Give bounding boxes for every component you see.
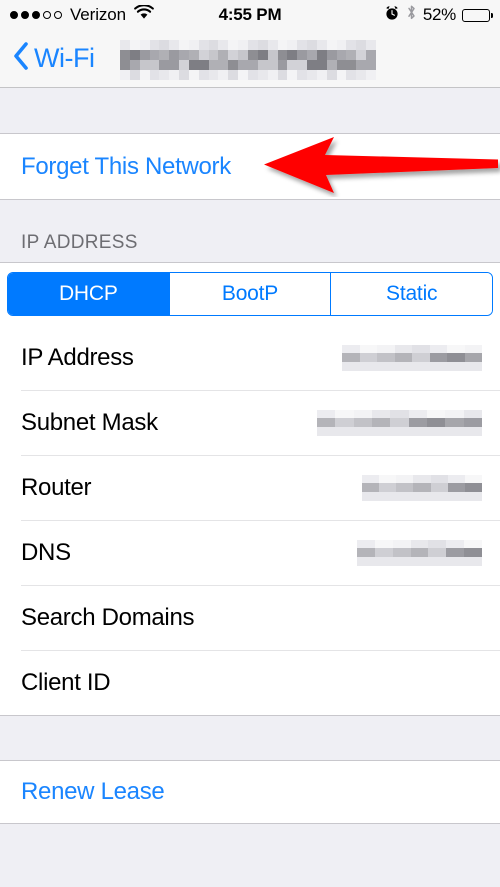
row-subnet-mask[interactable]: Subnet Mask bbox=[0, 390, 500, 455]
row-search-domains[interactable]: Search Domains bbox=[0, 585, 500, 650]
segment-static-label: Static bbox=[386, 282, 438, 305]
row-label-ip-address: IP Address bbox=[21, 343, 134, 371]
renew-lease-group: Renew Lease bbox=[0, 760, 500, 824]
row-label-dns: DNS bbox=[21, 538, 71, 566]
row-router[interactable]: Router bbox=[0, 455, 500, 520]
ip-address-header-label: IP ADDRESS bbox=[21, 232, 138, 253]
row-value-subnet-mask-redacted bbox=[317, 409, 482, 436]
segment-dhcp[interactable]: DHCP bbox=[8, 273, 169, 315]
spacer-above-renew bbox=[0, 716, 500, 760]
back-button-wifi[interactable]: Wi-Fi bbox=[12, 41, 95, 76]
alarm-clock-icon bbox=[384, 5, 400, 26]
status-bar-left: Verizon bbox=[10, 4, 154, 25]
forget-this-network-row[interactable]: Forget This Network bbox=[0, 134, 500, 199]
row-value-router-redacted bbox=[362, 474, 482, 501]
segment-static[interactable]: Static bbox=[330, 273, 492, 315]
carrier-label: Verizon bbox=[70, 5, 127, 24]
signal-dot-2 bbox=[21, 11, 29, 19]
status-bar: Verizon 4:55 PM 52% bbox=[0, 0, 500, 30]
signal-dot-4 bbox=[43, 11, 51, 19]
back-button-label: Wi-Fi bbox=[34, 43, 95, 73]
ios-wifi-network-detail-screen: Verizon 4:55 PM 52% Wi-Fi Forget This Ne… bbox=[0, 0, 500, 887]
row-value-dns-redacted bbox=[357, 539, 482, 566]
signal-dot-3 bbox=[32, 11, 40, 19]
row-label-subnet-mask: Subnet Mask bbox=[21, 408, 158, 436]
forget-this-network-label: Forget This Network bbox=[21, 152, 231, 180]
row-dns[interactable]: DNS bbox=[0, 520, 500, 585]
row-value-ip-address-redacted bbox=[342, 344, 482, 371]
row-client-id[interactable]: Client ID bbox=[0, 650, 500, 715]
row-ip-address[interactable]: IP Address bbox=[0, 325, 500, 390]
spacer-above-forget bbox=[0, 88, 500, 133]
row-label-router: Router bbox=[21, 473, 92, 501]
bluetooth-icon bbox=[406, 4, 417, 26]
segment-bootp[interactable]: BootP bbox=[168, 273, 331, 315]
network-name-title-redacted bbox=[120, 40, 376, 80]
row-label-client-id: Client ID bbox=[21, 668, 111, 696]
renew-lease-label: Renew Lease bbox=[21, 778, 165, 805]
ip-detail-rows-group: IP Address Subnet Mask Router DNS Search… bbox=[0, 325, 500, 716]
navigation-bar: Wi-Fi bbox=[0, 30, 500, 88]
forget-network-group: Forget This Network bbox=[0, 133, 500, 200]
chevron-left-icon bbox=[12, 41, 29, 76]
wifi-icon bbox=[134, 4, 154, 25]
bottom-spacer bbox=[0, 824, 500, 887]
segment-dhcp-label: DHCP bbox=[58, 282, 118, 305]
ip-config-segmented-control[interactable]: DHCP BootP Static bbox=[7, 272, 493, 316]
signal-strength-dots bbox=[10, 11, 62, 19]
ip-address-section-header: IP ADDRESS bbox=[0, 200, 500, 262]
signal-dot-5 bbox=[54, 11, 62, 19]
battery-icon bbox=[462, 8, 494, 22]
status-bar-right: 52% bbox=[384, 4, 494, 26]
battery-percentage-label: 52% bbox=[422, 5, 456, 24]
ip-config-segmented-wrap: DHCP BootP Static bbox=[0, 262, 500, 325]
renew-lease-row[interactable]: Renew Lease bbox=[0, 761, 500, 823]
row-label-search-domains: Search Domains bbox=[21, 603, 195, 631]
signal-dot-1 bbox=[10, 11, 18, 19]
segment-bootp-label: BootP bbox=[221, 282, 279, 305]
